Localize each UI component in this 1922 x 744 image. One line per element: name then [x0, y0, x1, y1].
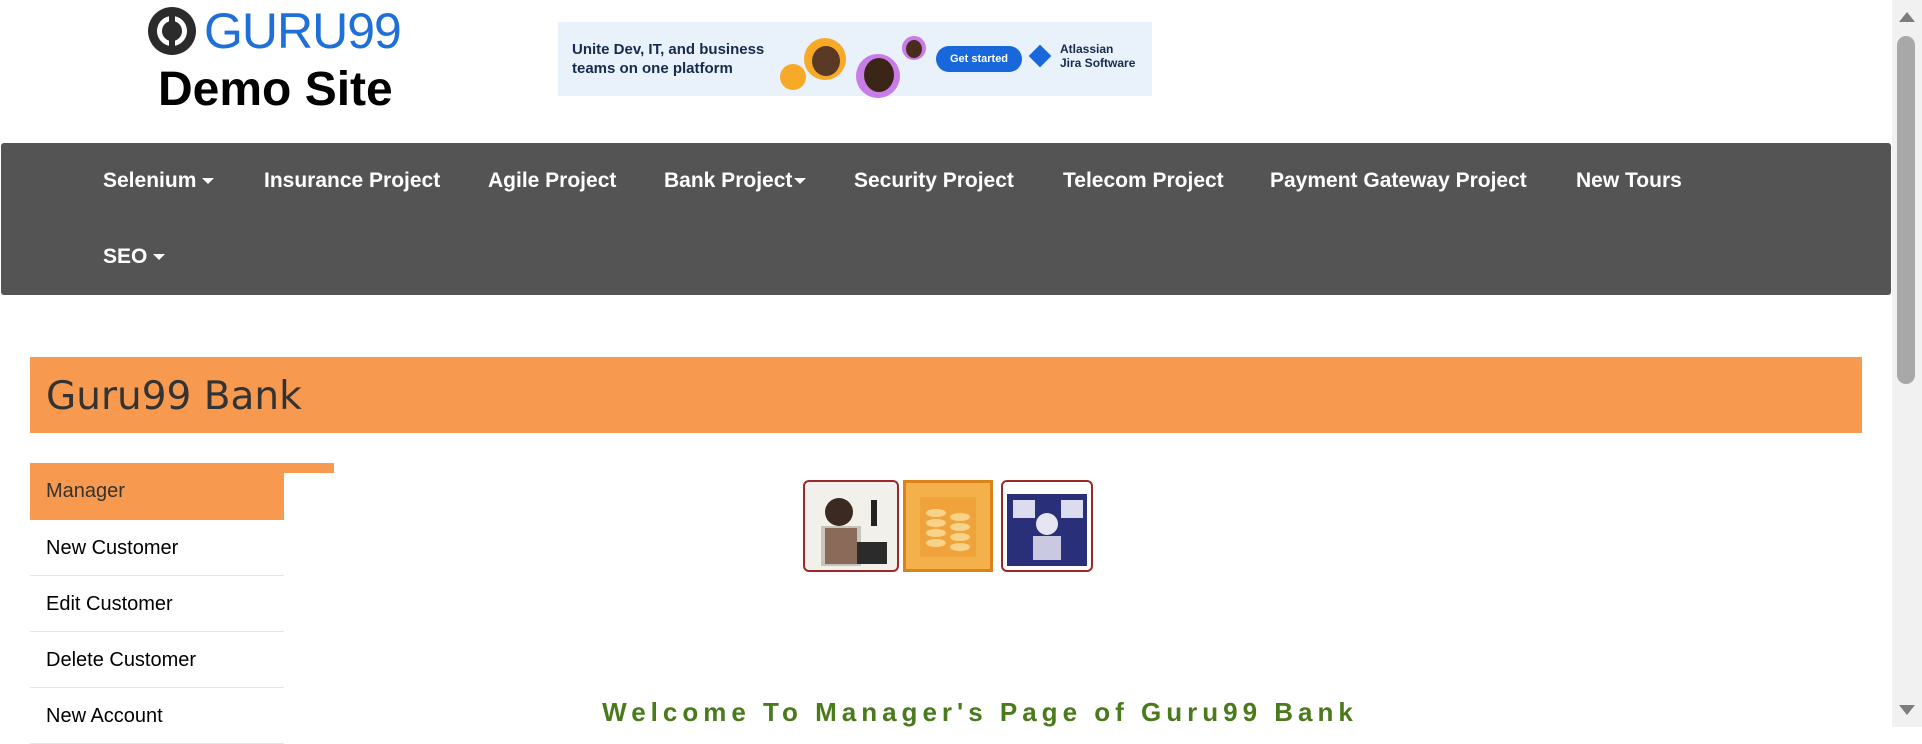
- nav-insurance-project[interactable]: Insurance Project: [264, 169, 440, 193]
- scroll-up-arrow-icon[interactable]: [1899, 12, 1915, 22]
- menu-item-edit-customer[interactable]: Edit Customer: [30, 576, 284, 632]
- person-desk-illustration: [1007, 494, 1087, 566]
- ad-people-illustration: [778, 28, 938, 98]
- ad-headline: Unite Dev, IT, and business teams on one…: [572, 41, 765, 77]
- ad-brand-line1: Atlassian: [1060, 42, 1114, 56]
- bank-title: Guru99 Bank: [46, 374, 302, 419]
- manager-menu: Manager New Customer Edit Customer Delet…: [30, 463, 284, 744]
- menu-item-new-account[interactable]: New Account: [30, 688, 284, 744]
- menu-item-manager[interactable]: Manager: [30, 463, 284, 520]
- ad-brand: Atlassian Jira Software: [1028, 42, 1136, 70]
- nav-security-project[interactable]: Security Project: [854, 169, 1014, 193]
- logo-text: GURU99: [204, 3, 402, 59]
- scroll-down-arrow-icon[interactable]: [1899, 705, 1915, 715]
- banking-images: [803, 480, 1093, 572]
- image-person-phone: [803, 480, 899, 572]
- nav-payment-gateway-project[interactable]: Payment Gateway Project: [1270, 169, 1527, 193]
- caret-down-icon: [153, 254, 166, 261]
- guru99-logo-icon: [148, 7, 196, 55]
- ad-get-started-button[interactable]: Get started: [936, 46, 1022, 72]
- nav-new-tours[interactable]: New Tours: [1576, 169, 1682, 193]
- coins-illustration: [920, 497, 976, 557]
- image-coins: [903, 480, 993, 572]
- atlassian-logo-icon: [1028, 44, 1052, 68]
- menu-item-delete-customer[interactable]: Delete Customer: [30, 632, 284, 688]
- person-phone-illustration: [821, 498, 887, 566]
- site-title: Demo Site: [158, 63, 393, 116]
- caret-down-icon: [794, 178, 807, 185]
- image-person-desk: [1001, 480, 1093, 572]
- nav-bank-project[interactable]: Bank Project: [664, 169, 807, 193]
- nav-agile-project[interactable]: Agile Project: [488, 169, 616, 193]
- caret-down-icon: [202, 178, 215, 185]
- scrollbar-thumb[interactable]: [1897, 36, 1915, 384]
- ad-brand-line2: Jira Software: [1060, 56, 1136, 70]
- nav-seo[interactable]: SEO: [103, 245, 166, 269]
- main-navbar: Selenium Insurance Project Agile Project…: [1, 143, 1891, 295]
- nav-selenium[interactable]: Selenium: [103, 169, 215, 193]
- advertisement-banner[interactable]: Unite Dev, IT, and business teams on one…: [558, 22, 1152, 98]
- nav-telecom-project[interactable]: Telecom Project: [1063, 169, 1224, 193]
- welcome-message: Welcome To Manager's Page of Guru99 Bank: [602, 697, 1358, 727]
- bank-header-bar: Guru99 Bank: [30, 357, 1862, 433]
- menu-item-new-customer[interactable]: New Customer: [30, 520, 284, 576]
- guru99-logo[interactable]: GURU99: [148, 6, 406, 56]
